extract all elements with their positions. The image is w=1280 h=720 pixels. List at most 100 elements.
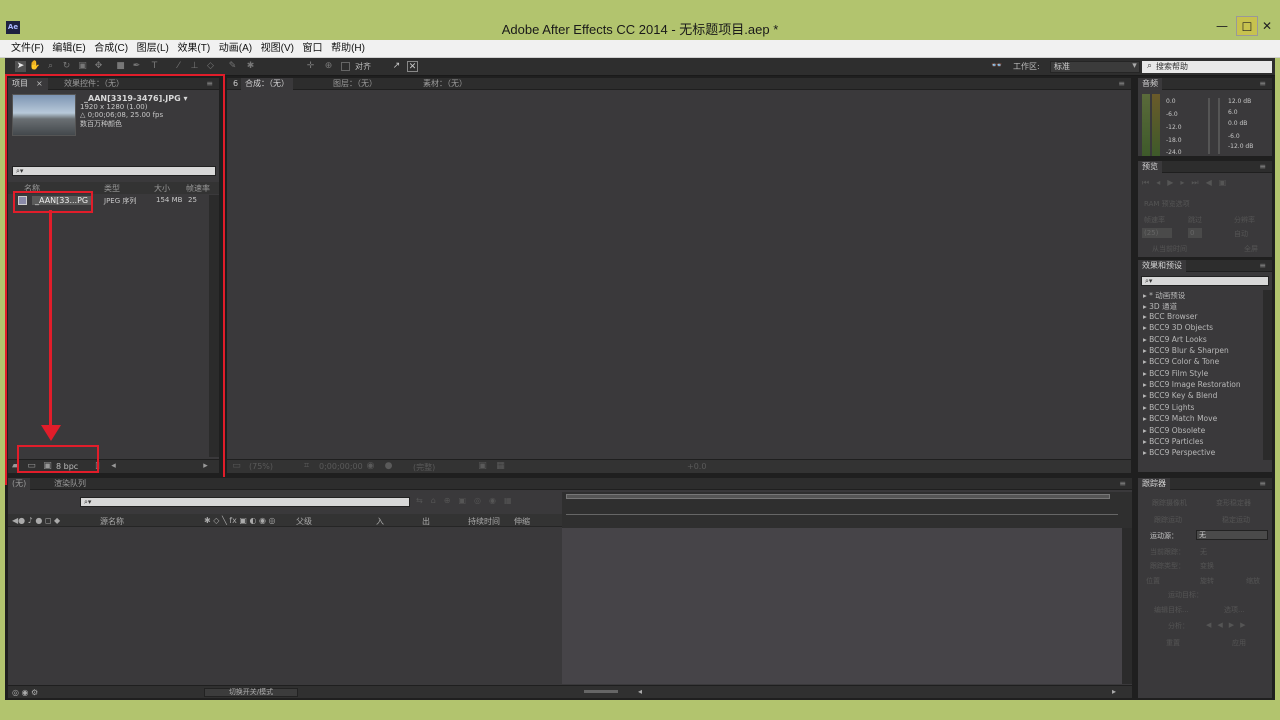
tab-footage[interactable]: 素材：（无）	[419, 78, 471, 90]
list-item[interactable]: ▸ 3D 通道	[1143, 301, 1177, 312]
apply-button[interactable]: 应用	[1232, 638, 1246, 648]
timeline-scrollbar[interactable]	[1122, 528, 1132, 684]
list-item[interactable]: ▸ BCC Browser	[1143, 312, 1197, 321]
column-out[interactable]: 出	[422, 516, 430, 527]
fullscreen-checkbox[interactable]: 全屏	[1244, 244, 1258, 254]
ram-preview-options[interactable]: RAM 预览选项	[1144, 199, 1190, 209]
snap-features-icon[interactable]: ✕	[407, 61, 418, 72]
av-switch-icons[interactable]: ◀● ♪ ● ◻ ◆	[12, 516, 60, 525]
workspace-dropdown[interactable]: 标准	[1050, 61, 1140, 73]
type-tool-icon[interactable]: T	[149, 61, 160, 72]
column-in[interactable]: 入	[376, 516, 384, 527]
clone-stamp-tool-icon[interactable]: ⊥	[189, 61, 200, 72]
column-source-name[interactable]: 源名称	[100, 516, 124, 527]
list-item[interactable]: ▸ * 动画预设	[1143, 290, 1185, 301]
motion-source-dropdown[interactable]: 无	[1196, 530, 1268, 540]
list-item[interactable]: ▸ BCC9 Image Restoration	[1143, 380, 1241, 389]
exposure-value[interactable]: +0.0	[687, 462, 706, 471]
tab-timeline-none[interactable]: (无)	[8, 478, 31, 490]
scroll-right-icon[interactable]: ▸	[1112, 687, 1116, 696]
list-item[interactable]: ▸ BCC9 Match Move	[1143, 414, 1217, 423]
zoom-slider[interactable]	[584, 690, 618, 693]
list-item[interactable]: ▸ BCC9 Film Style	[1143, 369, 1208, 378]
roto-brush-tool-icon[interactable]: ✎	[227, 61, 238, 72]
resolution-dropdown[interactable]: 自动	[1234, 229, 1248, 239]
tab-audio[interactable]: 音频	[1138, 78, 1162, 90]
rotation-checkbox[interactable]: 旋转	[1200, 576, 1214, 586]
hand-tool-icon[interactable]: ✋	[29, 61, 40, 72]
world-axis-icon[interactable]: ⊕	[323, 61, 334, 72]
timecode-display[interactable]: 0;00;00;00	[319, 462, 363, 471]
list-item[interactable]: ▸ BCC9 Perspective	[1143, 448, 1215, 457]
menu-help[interactable]: 帮助(H)	[328, 40, 368, 58]
snapshot-icon[interactable]: ◉	[365, 461, 376, 472]
toggle-switches-modes-button[interactable]: 切换开关/模式	[204, 688, 298, 697]
column-stretch[interactable]: 伸缩	[514, 516, 530, 527]
scale-checkbox[interactable]: 缩放	[1246, 576, 1260, 586]
tab-composition[interactable]: 合成：（无）	[241, 78, 293, 90]
time-ruler[interactable]	[562, 492, 1132, 528]
effects-search-input[interactable]: ⌕▾	[1141, 276, 1269, 286]
list-item[interactable]: ▸ BCC9 Lights	[1143, 403, 1194, 412]
column-duration[interactable]: 持续时间	[468, 516, 500, 527]
skip-field[interactable]: 0	[1188, 228, 1202, 238]
local-axis-icon[interactable]: ✛	[305, 61, 316, 72]
list-item[interactable]: ▸ BCC9 Key & Blend	[1143, 391, 1217, 400]
menu-animation[interactable]: 动画(A)	[216, 40, 255, 58]
tab-render-queue[interactable]: 渲染队列	[50, 478, 90, 490]
timeline-search-input[interactable]: ⌕▾	[80, 497, 410, 507]
tab-effects-presets[interactable]: 效果和预设	[1138, 260, 1186, 272]
zoom-tool-icon[interactable]: ⌕	[45, 61, 56, 72]
effects-scrollbar[interactable]	[1263, 290, 1272, 460]
menu-composition[interactable]: 合成(C)	[91, 40, 131, 58]
pan-behind-tool-icon[interactable]: ✥	[93, 61, 104, 72]
tab-preview[interactable]: 预览	[1138, 161, 1162, 173]
always-preview-icon[interactable]: ▭	[231, 461, 242, 472]
close-button[interactable]: ✕	[1258, 16, 1276, 36]
camera-tool-icon[interactable]: ▣	[77, 61, 88, 72]
menu-window[interactable]: 窗口	[300, 40, 326, 58]
scroll-left-icon[interactable]: ◂	[638, 687, 642, 696]
menu-view[interactable]: 视图(V)	[258, 40, 297, 58]
transparency-grid-icon[interactable]: ▦	[495, 461, 506, 472]
reset-button[interactable]: 重置	[1166, 638, 1180, 648]
analyze-controls[interactable]: ◀◀▶▶	[1206, 621, 1252, 629]
tab-tracker[interactable]: 跟踪器	[1138, 478, 1170, 490]
menu-layer[interactable]: 图层(L)	[134, 40, 172, 58]
panel-menu-icon[interactable]: ≡	[1259, 478, 1266, 490]
menu-file[interactable]: 文件(F)	[8, 40, 47, 58]
menu-effect[interactable]: 效果(T)	[174, 40, 213, 58]
snap-checkbox[interactable]	[341, 62, 350, 71]
resolution-dropdown[interactable]: (完整)	[413, 462, 435, 473]
position-checkbox[interactable]: 位置	[1146, 576, 1160, 586]
search-help-input[interactable]: 搜索帮助	[1142, 61, 1272, 73]
timeline-track-area[interactable]	[562, 528, 1122, 684]
edit-target-button[interactable]: 编辑目标...	[1154, 605, 1189, 615]
timeline-tool-icons[interactable]: ⇆⌂⊕▣◎◉▦	[416, 496, 556, 508]
playback-controls[interactable]: ⏮◂▶▸⏭◀▣	[1142, 178, 1270, 188]
panel-menu-icon[interactable]: ≡	[1259, 78, 1266, 90]
panel-menu-icon[interactable]: ≡	[1259, 260, 1266, 272]
panel-menu-icon[interactable]: ≡	[1118, 78, 1125, 90]
frame-rate-dropdown[interactable]: (25)	[1142, 228, 1172, 238]
from-current-time-checkbox[interactable]: 从当前时间	[1152, 244, 1187, 254]
list-item[interactable]: ▸ BCC9 3D Objects	[1143, 323, 1213, 332]
list-item[interactable]: ▸ BCC9 Art Looks	[1143, 335, 1207, 344]
rotate-tool-icon[interactable]: ↻	[61, 61, 72, 72]
current-track-dropdown[interactable]: 无	[1200, 547, 1207, 557]
brush-tool-icon[interactable]: ⁄	[173, 61, 184, 72]
panel-menu-icon[interactable]: ≡	[1259, 161, 1266, 173]
stabilize-motion-button[interactable]: 稳定运动	[1222, 515, 1250, 525]
options-button[interactable]: 选项...	[1224, 605, 1245, 615]
menu-edit[interactable]: 编辑(E)	[49, 40, 88, 58]
list-item[interactable]: ▸ BCC9 Obsolete	[1143, 426, 1205, 435]
audio-slider-left[interactable]	[1208, 98, 1210, 154]
tab-layer[interactable]: 图层：（无）	[329, 78, 381, 90]
rectangle-tool-icon[interactable]: ■	[115, 61, 126, 72]
timeline-footer-icons[interactable]: ◎ ◉ ⚙	[12, 688, 38, 697]
grid-icon[interactable]: ⌗	[301, 461, 312, 472]
eraser-tool-icon[interactable]: ◇	[205, 61, 216, 72]
list-item[interactable]: ▸ BCC9 Particles	[1143, 437, 1203, 446]
list-item[interactable]: ▸ BCC9 Color & Tone	[1143, 357, 1219, 366]
pen-tool-icon[interactable]: ✒	[131, 61, 142, 72]
